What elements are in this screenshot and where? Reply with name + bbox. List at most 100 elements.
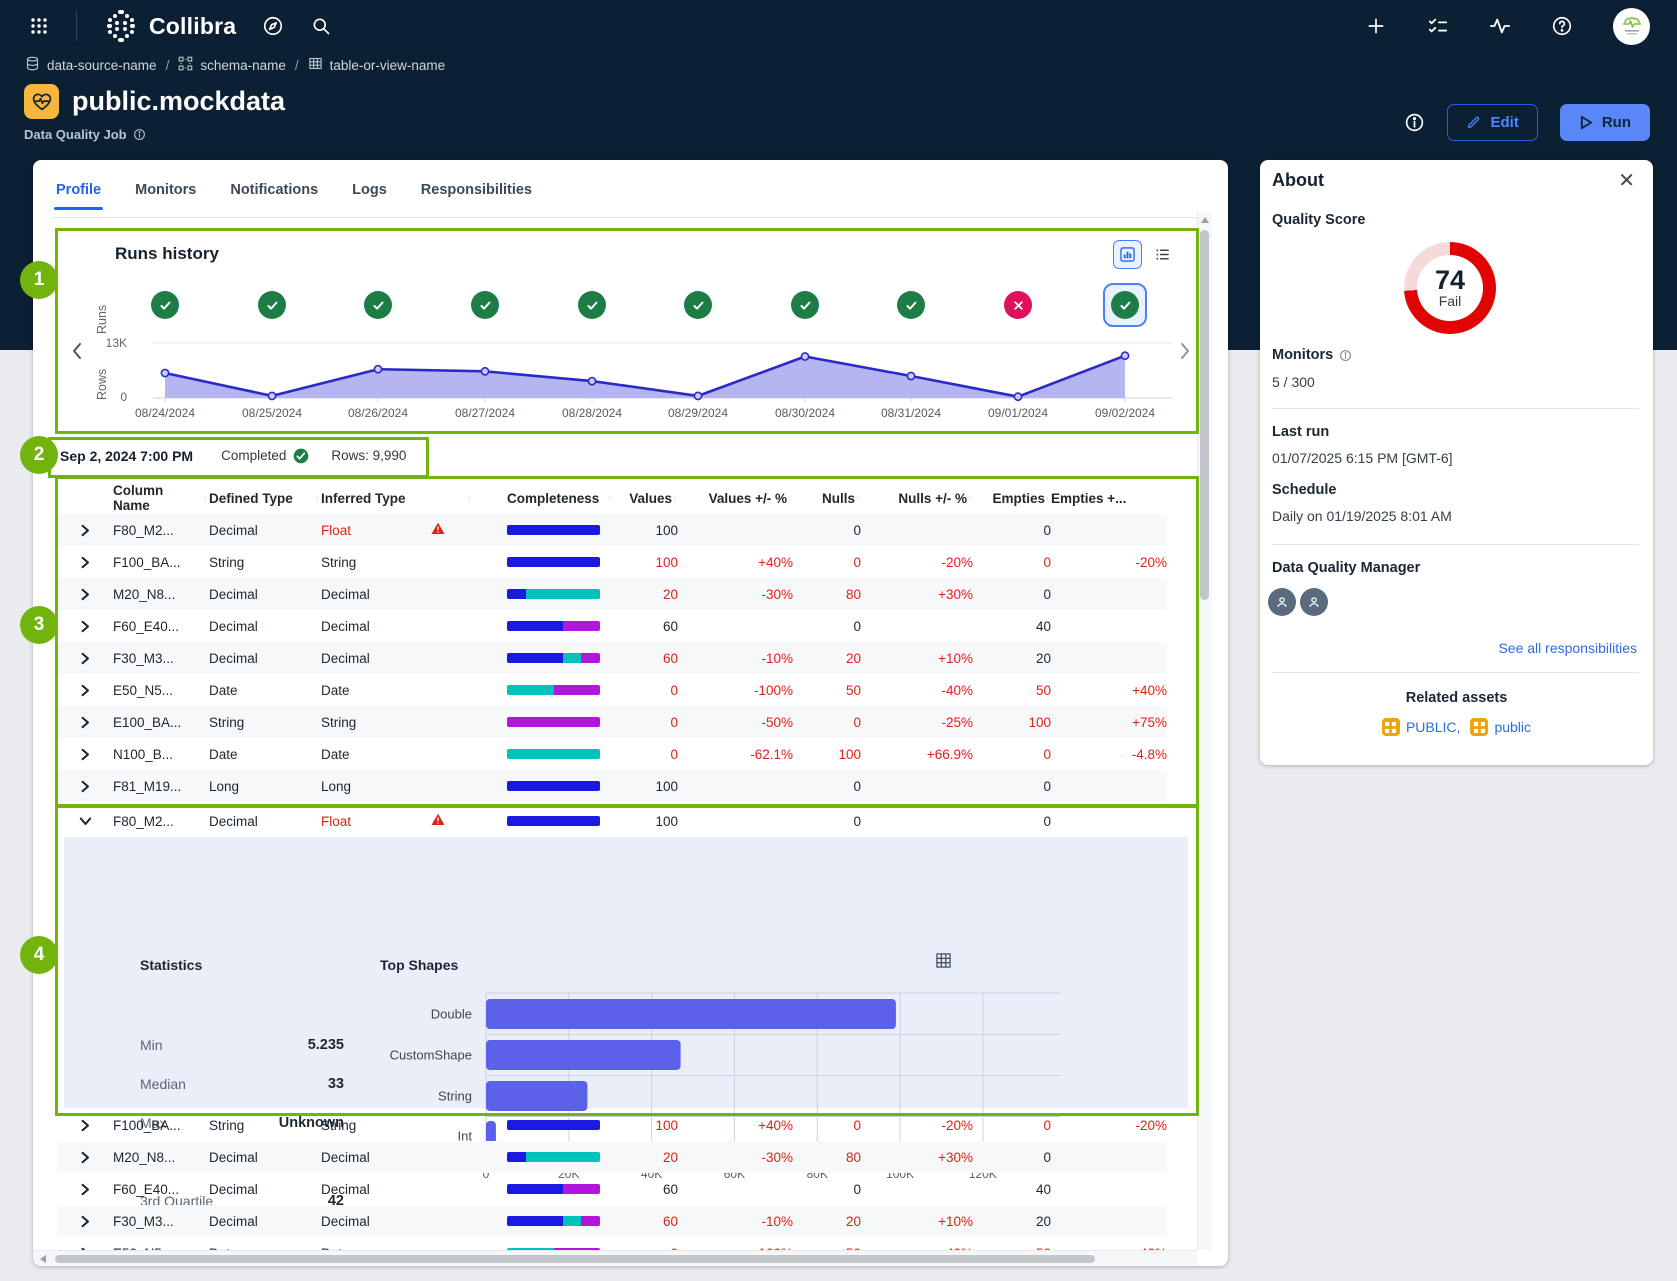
run-status-success-icon[interactable] (783, 283, 827, 327)
related-asset-public[interactable]: public (1470, 718, 1531, 736)
table-row-f30-m3-: F30_M3...DecimalDecimal60-10%20+10%20 (57, 642, 1167, 674)
run-status-success-icon[interactable] (676, 283, 720, 327)
breadcrumb-item-table-or-view-name[interactable]: table-or-view-name (308, 56, 446, 74)
collibra-logo[interactable]: Collibra (103, 8, 236, 44)
user-avatar[interactable] (1613, 8, 1650, 45)
empties-segment (563, 1184, 600, 1194)
column-header-empties[interactable]: Empties (973, 491, 1051, 506)
run-status-success-icon[interactable] (143, 283, 187, 327)
column-header-column-name[interactable]: Column Name (113, 483, 209, 513)
run-date-label: 08/28/2024 (550, 406, 634, 420)
nulls-cell: 0 (793, 555, 861, 570)
column-header-values[interactable]: Values (613, 491, 678, 506)
expand-row-icon[interactable] (57, 588, 113, 601)
run-status-success-icon[interactable] (250, 283, 294, 327)
scroll-up-arrow-icon[interactable] (1201, 217, 1209, 223)
runs-prev-chevron-icon[interactable] (71, 342, 83, 365)
run-button[interactable]: Run (1560, 104, 1650, 141)
column-header-nulls[interactable]: Nulls (793, 491, 861, 506)
expanded-row: F80_M2...DecimalFloat10000 (57, 805, 1167, 837)
horizontal-scrollbar[interactable] (33, 1250, 1197, 1266)
nulls-segment (563, 1216, 582, 1226)
scroll-left-arrow-icon[interactable] (40, 1255, 46, 1263)
expand-row-icon[interactable] (57, 1215, 113, 1228)
column-header-values-[interactable]: Values +/- % (678, 491, 793, 506)
expand-row-icon[interactable] (57, 748, 113, 761)
nulls-pct-cell: -40% (861, 683, 973, 698)
breadcrumb-item-data-source-name[interactable]: data-source-name (25, 56, 157, 74)
values-cell: 60 (613, 1214, 678, 1229)
breadcrumb-separator: / (295, 58, 299, 73)
empties-cell: 100 (973, 715, 1051, 730)
completeness-bar (507, 749, 600, 759)
values-cell: 100 (613, 779, 678, 794)
tab-responsibilities[interactable]: Responsibilities (421, 182, 532, 210)
expand-row-icon[interactable] (57, 556, 113, 569)
checklist-icon[interactable] (1427, 15, 1449, 37)
expand-row-icon[interactable] (57, 1183, 113, 1196)
expand-row-icon[interactable] (57, 620, 113, 633)
column-header-nulls-[interactable]: Nulls +/- % (861, 491, 973, 506)
run-status-success-icon[interactable] (463, 283, 507, 327)
run-status-success-icon[interactable] (1103, 283, 1147, 327)
subtitle-info-icon[interactable] (133, 128, 146, 141)
vertical-scrollbar-thumb[interactable] (1200, 230, 1209, 600)
values-cell: 60 (613, 651, 678, 666)
check-circle-icon (151, 291, 179, 319)
run-status-success-icon[interactable] (356, 283, 400, 327)
inferred-type-value: Decimal (321, 1182, 370, 1197)
run-date-label: 08/27/2024 (443, 406, 527, 420)
shapes-table-view-icon[interactable] (936, 953, 951, 973)
edit-button[interactable]: Edit (1447, 104, 1537, 141)
collapse-row-icon[interactable] (57, 816, 113, 826)
nulls-cell: 0 (793, 779, 861, 794)
expand-row-icon[interactable] (57, 780, 113, 793)
compass-icon[interactable] (262, 15, 284, 37)
expand-row-icon[interactable] (57, 684, 113, 697)
manager-avatar-1[interactable] (1268, 588, 1296, 616)
related-asset-link[interactable]: PUBLIC, (1406, 719, 1460, 735)
expand-row-icon[interactable] (57, 716, 113, 729)
column-header-completeness[interactable]: Completeness (473, 491, 613, 506)
manager-avatar-2[interactable] (1300, 588, 1328, 616)
run-status-success-icon[interactable] (570, 283, 614, 327)
column-header-empties-[interactable]: Empties +... (1051, 491, 1167, 506)
expand-row-icon[interactable] (57, 524, 113, 537)
statistics-title: Statistics (140, 957, 202, 973)
close-icon[interactable]: ✕ (1618, 168, 1635, 193)
search-icon[interactable] (310, 15, 332, 37)
run-status-fail-icon[interactable] (996, 283, 1040, 327)
see-all-responsibilities-link[interactable]: See all responsibilities (1498, 640, 1637, 656)
apps-grid-icon[interactable] (28, 15, 50, 37)
breadcrumb-item-schema-name[interactable]: schema-name (178, 56, 286, 74)
tab-monitors[interactable]: Monitors (135, 182, 196, 210)
chart-view-toggle[interactable] (1113, 240, 1142, 269)
tab-logs[interactable]: Logs (352, 182, 387, 210)
expand-row-icon[interactable] (57, 1151, 113, 1164)
run-status-success-icon[interactable] (889, 283, 933, 327)
person-icon (1306, 594, 1322, 610)
monitors-info-icon[interactable] (1339, 349, 1352, 362)
job-info-icon[interactable] (1403, 112, 1425, 134)
schedule-value: Daily on 01/19/2025 8:01 AM (1272, 508, 1452, 524)
inferred-type-value: Decimal (321, 1214, 370, 1229)
column-header-inferred-type[interactable]: Inferred Type (321, 491, 473, 506)
tab-notifications[interactable]: Notifications (230, 182, 318, 210)
horizontal-scrollbar-thumb[interactable] (55, 1255, 1095, 1263)
table-row-e50-n5-: E50_N5...DateDate0-100%50-40%50+40% (57, 1237, 1167, 1250)
help-icon[interactable] (1551, 15, 1573, 37)
plus-icon[interactable] (1365, 15, 1387, 37)
tab-profile[interactable]: Profile (56, 182, 101, 210)
expand-row-icon[interactable] (57, 652, 113, 665)
shape-bar-double[interactable] (486, 999, 896, 1029)
list-view-toggle[interactable] (1148, 240, 1177, 269)
related-asset-link[interactable]: public (1494, 719, 1531, 735)
vertical-scrollbar[interactable] (1197, 212, 1212, 1250)
shape-bar-customshape[interactable] (486, 1040, 681, 1070)
related-asset-public-[interactable]: PUBLIC, (1382, 718, 1460, 736)
column-header-defined-type[interactable]: Defined Type (209, 491, 321, 506)
activity-icon[interactable] (1489, 15, 1511, 37)
values-pct-cell: -50% (678, 715, 793, 730)
expand-row-icon[interactable] (57, 1119, 113, 1132)
shape-bar-string[interactable] (486, 1081, 587, 1111)
